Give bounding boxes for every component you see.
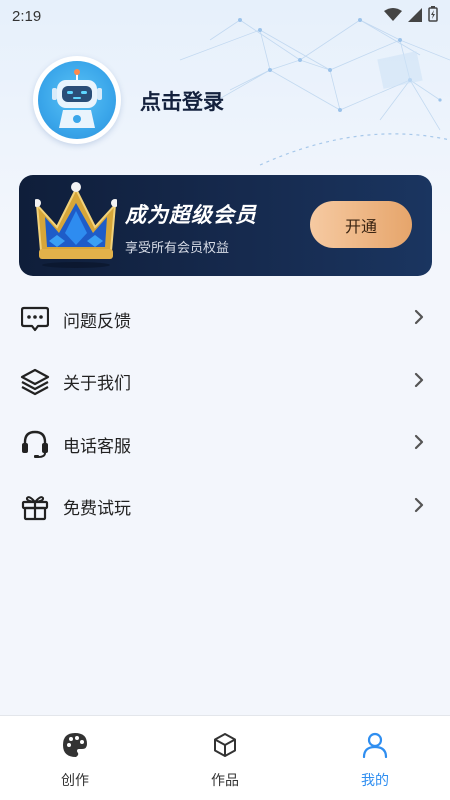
message-dots-icon: [20, 304, 50, 334]
crown-icon: [33, 181, 119, 275]
chevron-right-icon: [414, 309, 424, 329]
robot-avatar-icon: [38, 61, 116, 139]
chevron-right-icon: [414, 497, 424, 517]
vip-title: 成为超级会员: [125, 203, 257, 227]
battery-icon: [428, 6, 438, 26]
menu-item-feedback[interactable]: 问题反馈: [0, 288, 450, 351]
layers-icon: [20, 367, 50, 397]
menu-item-label: 问题反馈: [63, 311, 131, 332]
status-time: 2:19: [12, 7, 42, 25]
avatar[interactable]: [33, 56, 121, 144]
vip-open-button[interactable]: 开通: [310, 201, 412, 248]
menu-item-label: 免费试玩: [63, 499, 131, 520]
headset-icon: [20, 429, 50, 459]
tab-label: 创作: [61, 773, 89, 789]
login-button[interactable]: 点击登录: [140, 86, 224, 116]
tab-mine[interactable]: 我的: [300, 716, 450, 800]
status-icons: [384, 6, 438, 26]
vip-banner[interactable]: 成为超级会员 享受所有会员权益 开通: [19, 175, 432, 276]
user-icon: [362, 732, 388, 762]
bottom-tab-bar: 创作 作品 我的: [0, 715, 450, 800]
chevron-right-icon: [414, 434, 424, 454]
tab-label: 我的: [361, 773, 389, 789]
signal-icon: [408, 7, 422, 26]
wifi-icon: [384, 7, 402, 26]
status-bar: 2:19: [0, 0, 450, 32]
tab-works[interactable]: 作品: [150, 716, 300, 800]
chevron-right-icon: [414, 372, 424, 392]
menu-item-label: 关于我们: [63, 374, 131, 395]
menu-item-phone-service[interactable]: 电话客服: [0, 413, 450, 476]
cube-icon: [212, 732, 238, 762]
tab-create[interactable]: 创作: [0, 716, 150, 800]
menu-item-about[interactable]: 关于我们: [0, 351, 450, 414]
gift-icon: [20, 492, 50, 522]
menu-list: 问题反馈 关于我们 电话客服 免费试玩: [0, 288, 450, 538]
palette-icon: [62, 732, 88, 762]
menu-item-free-trial[interactable]: 免费试玩: [0, 476, 450, 539]
vip-subtitle: 享受所有会员权益: [125, 241, 230, 256]
menu-item-label: 电话客服: [63, 436, 131, 457]
tab-label: 作品: [211, 773, 239, 789]
